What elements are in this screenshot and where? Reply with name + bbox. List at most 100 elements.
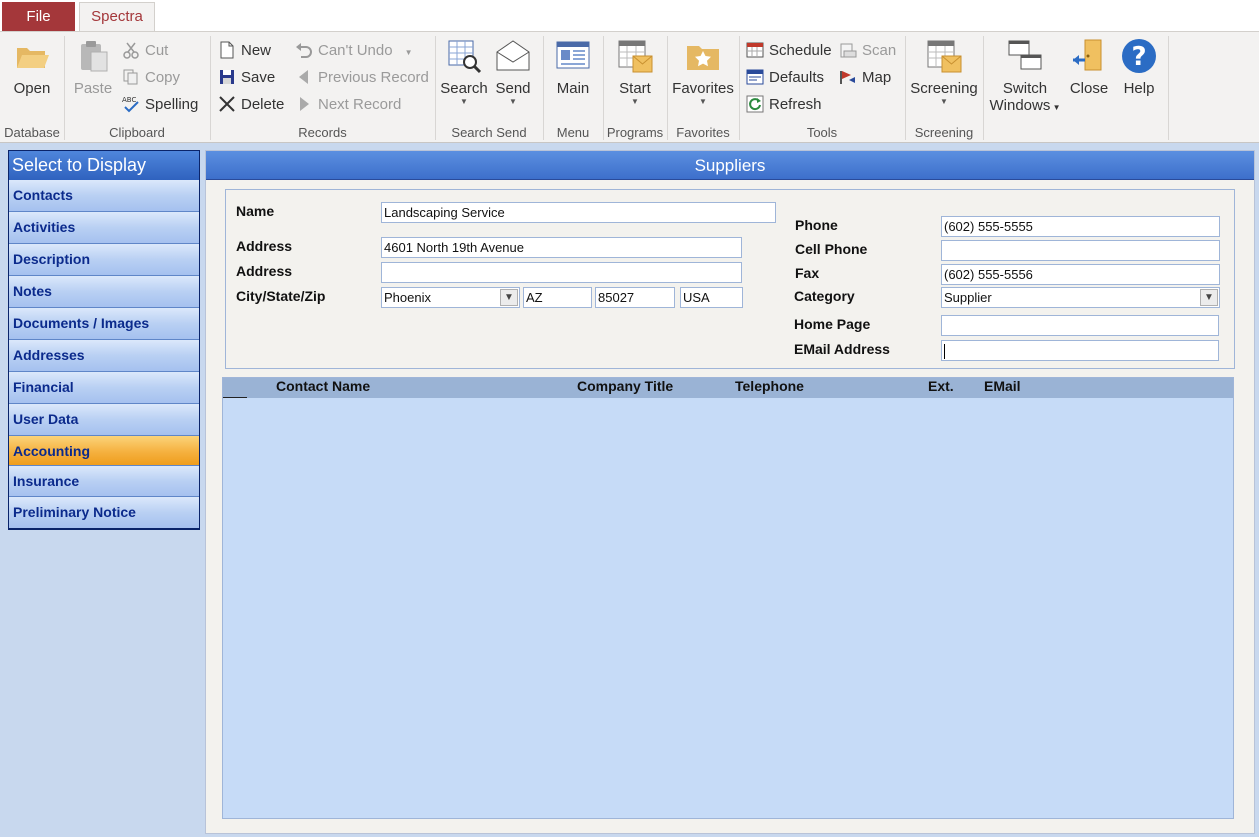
column-contact-name[interactable]: Contact Name — [276, 378, 370, 395]
spelling-button[interactable]: ABC Spelling — [122, 94, 198, 116]
phone-field[interactable]: (602) 555-5555 — [941, 216, 1220, 237]
scan-button[interactable]: Scan — [839, 40, 896, 62]
favorites-label: Favorites — [672, 80, 734, 97]
nav-item-user-data[interactable]: User Data — [9, 404, 199, 436]
delete-label: Delete — [241, 96, 285, 113]
name-field[interactable]: Landscaping Service — [381, 202, 776, 223]
start-button[interactable]: Start ▼ — [612, 38, 658, 107]
paste-icon — [81, 41, 108, 72]
close-button[interactable]: Close — [1066, 38, 1112, 97]
map-button[interactable]: Map — [839, 67, 891, 89]
home-page-field[interactable] — [941, 315, 1219, 336]
email-field[interactable] — [941, 340, 1219, 361]
paste-label: Paste — [73, 80, 113, 97]
refresh-icon — [746, 95, 764, 113]
tab-file[interactable]: File — [2, 2, 75, 31]
nav-item-addresses[interactable]: Addresses — [9, 340, 199, 372]
home-page-label: Home Page — [794, 316, 871, 332]
category-combo[interactable]: Supplier ▼ — [941, 287, 1220, 308]
fax-label: Fax — [795, 265, 820, 281]
city-combo[interactable]: Phoenix ▼ — [381, 287, 520, 308]
svg-text:?: ? — [1131, 42, 1146, 72]
nav-item-description[interactable]: Description — [9, 244, 199, 276]
switch-windows-dropdown-icon[interactable]: ▼ — [1050, 103, 1061, 112]
address1-field[interactable]: 4601 North 19th Avenue — [381, 237, 742, 258]
contacts-grid[interactable]: Contact Name Company Title Telephone Ext… — [222, 377, 1234, 819]
zip-field[interactable]: 85027 — [595, 287, 675, 308]
column-telephone[interactable]: Telephone — [735, 378, 804, 395]
spelling-label: Spelling — [145, 96, 199, 113]
defaults-button[interactable]: Defaults — [746, 67, 824, 89]
nav-item-contacts[interactable]: Contacts — [9, 180, 199, 212]
group-records: New Save Delete Can't Undo ▼ Previous Rec… — [211, 36, 434, 142]
nav-item-insurance[interactable]: Insurance — [9, 466, 199, 497]
search-icon — [448, 40, 482, 74]
favorites-dropdown-icon[interactable]: ▼ — [672, 97, 734, 107]
undo-dropdown-icon[interactable]: ▼ — [405, 48, 413, 57]
schedule-button[interactable]: Schedule — [746, 40, 832, 62]
previous-label: Previous Record — [318, 69, 429, 86]
column-company-title[interactable]: Company Title — [577, 378, 673, 395]
defaults-label: Defaults — [769, 69, 825, 86]
search-button[interactable]: Search ▼ — [440, 38, 488, 107]
next-record-button[interactable]: Next Record — [295, 94, 401, 116]
fax-field[interactable]: (602) 555-5556 — [941, 264, 1220, 285]
nav-item-activities[interactable]: Activities — [9, 212, 199, 244]
favorites-star-folder-icon — [687, 46, 719, 70]
column-email[interactable]: EMail — [984, 378, 1021, 395]
send-button[interactable]: Send ▼ — [490, 38, 536, 107]
switch-windows-icon — [1008, 40, 1042, 70]
nav-item-accounting[interactable]: Accounting — [9, 436, 199, 466]
undo-button[interactable]: Can't Undo ▼ — [295, 40, 413, 62]
screening-dropdown-icon[interactable]: ▼ — [910, 97, 978, 107]
address2-field[interactable] — [381, 262, 742, 283]
screening-button[interactable]: Screening ▼ — [910, 38, 978, 107]
cell-phone-label: Cell Phone — [795, 241, 868, 257]
copy-label: Copy — [145, 69, 181, 86]
save-button[interactable]: Save — [218, 67, 275, 89]
paste-button[interactable]: Paste — [71, 38, 115, 97]
select-to-display-panel: Select to Display Contacts Activities De… — [8, 150, 200, 530]
column-ext[interactable]: Ext. — [928, 378, 954, 395]
copy-button[interactable]: Copy — [122, 67, 180, 89]
save-label: Save — [241, 69, 276, 86]
main-menu-button[interactable]: Main — [550, 38, 596, 97]
group-screening: Screening ▼ Screening — [906, 36, 982, 142]
category-dropdown-icon[interactable]: ▼ — [1200, 289, 1218, 306]
start-label: Start — [619, 80, 651, 97]
supplier-form: Name Landscaping Service Address 4601 No… — [225, 189, 1235, 369]
switch-windows-button[interactable]: Switch Windows ▼ — [986, 38, 1064, 114]
state-field[interactable]: AZ — [523, 287, 592, 308]
address2-label: Address — [236, 263, 293, 279]
tab-spectra[interactable]: Spectra — [79, 2, 155, 32]
grid-row-selector[interactable] — [223, 378, 247, 398]
cut-button[interactable]: Cut — [122, 40, 168, 62]
ribbon: Open Database Paste Cut Copy ABC Spelling… — [0, 31, 1259, 143]
cell-phone-field[interactable] — [941, 240, 1220, 261]
refresh-button[interactable]: Refresh — [746, 94, 822, 116]
nav-item-notes[interactable]: Notes — [9, 276, 199, 308]
help-button[interactable]: ? Help — [1116, 38, 1162, 97]
delete-button[interactable]: Delete — [218, 94, 284, 116]
nav-item-documents-images[interactable]: Documents / Images — [9, 308, 199, 340]
next-arrow-icon — [300, 97, 309, 112]
nav-item-preliminary-notice[interactable]: Preliminary Notice — [9, 497, 199, 528]
start-dropdown-icon[interactable]: ▼ — [612, 97, 658, 107]
new-record-button[interactable]: New — [218, 40, 271, 62]
next-label: Next Record — [318, 96, 402, 113]
scanner-icon — [840, 43, 857, 58]
city-dropdown-icon[interactable]: ▼ — [500, 289, 518, 306]
group-search-send: Search ▼ Send ▼ Search Send — [436, 36, 542, 142]
main-label: Main — [556, 80, 590, 97]
send-dropdown-icon[interactable]: ▼ — [490, 97, 536, 107]
country-field[interactable]: USA — [680, 287, 743, 308]
group-label-screening: Screening — [914, 125, 974, 140]
favorites-button[interactable]: Favorites ▼ — [672, 38, 734, 107]
open-button[interactable]: Open — [8, 38, 56, 97]
search-dropdown-icon[interactable]: ▼ — [440, 97, 488, 107]
previous-record-button[interactable]: Previous Record — [295, 67, 429, 89]
nav-item-financial[interactable]: Financial — [9, 372, 199, 404]
save-disk-icon — [220, 70, 234, 85]
group-label-favorites: Favorites — [676, 125, 730, 140]
group-favorites: Favorites ▼ Favorites — [668, 36, 738, 142]
